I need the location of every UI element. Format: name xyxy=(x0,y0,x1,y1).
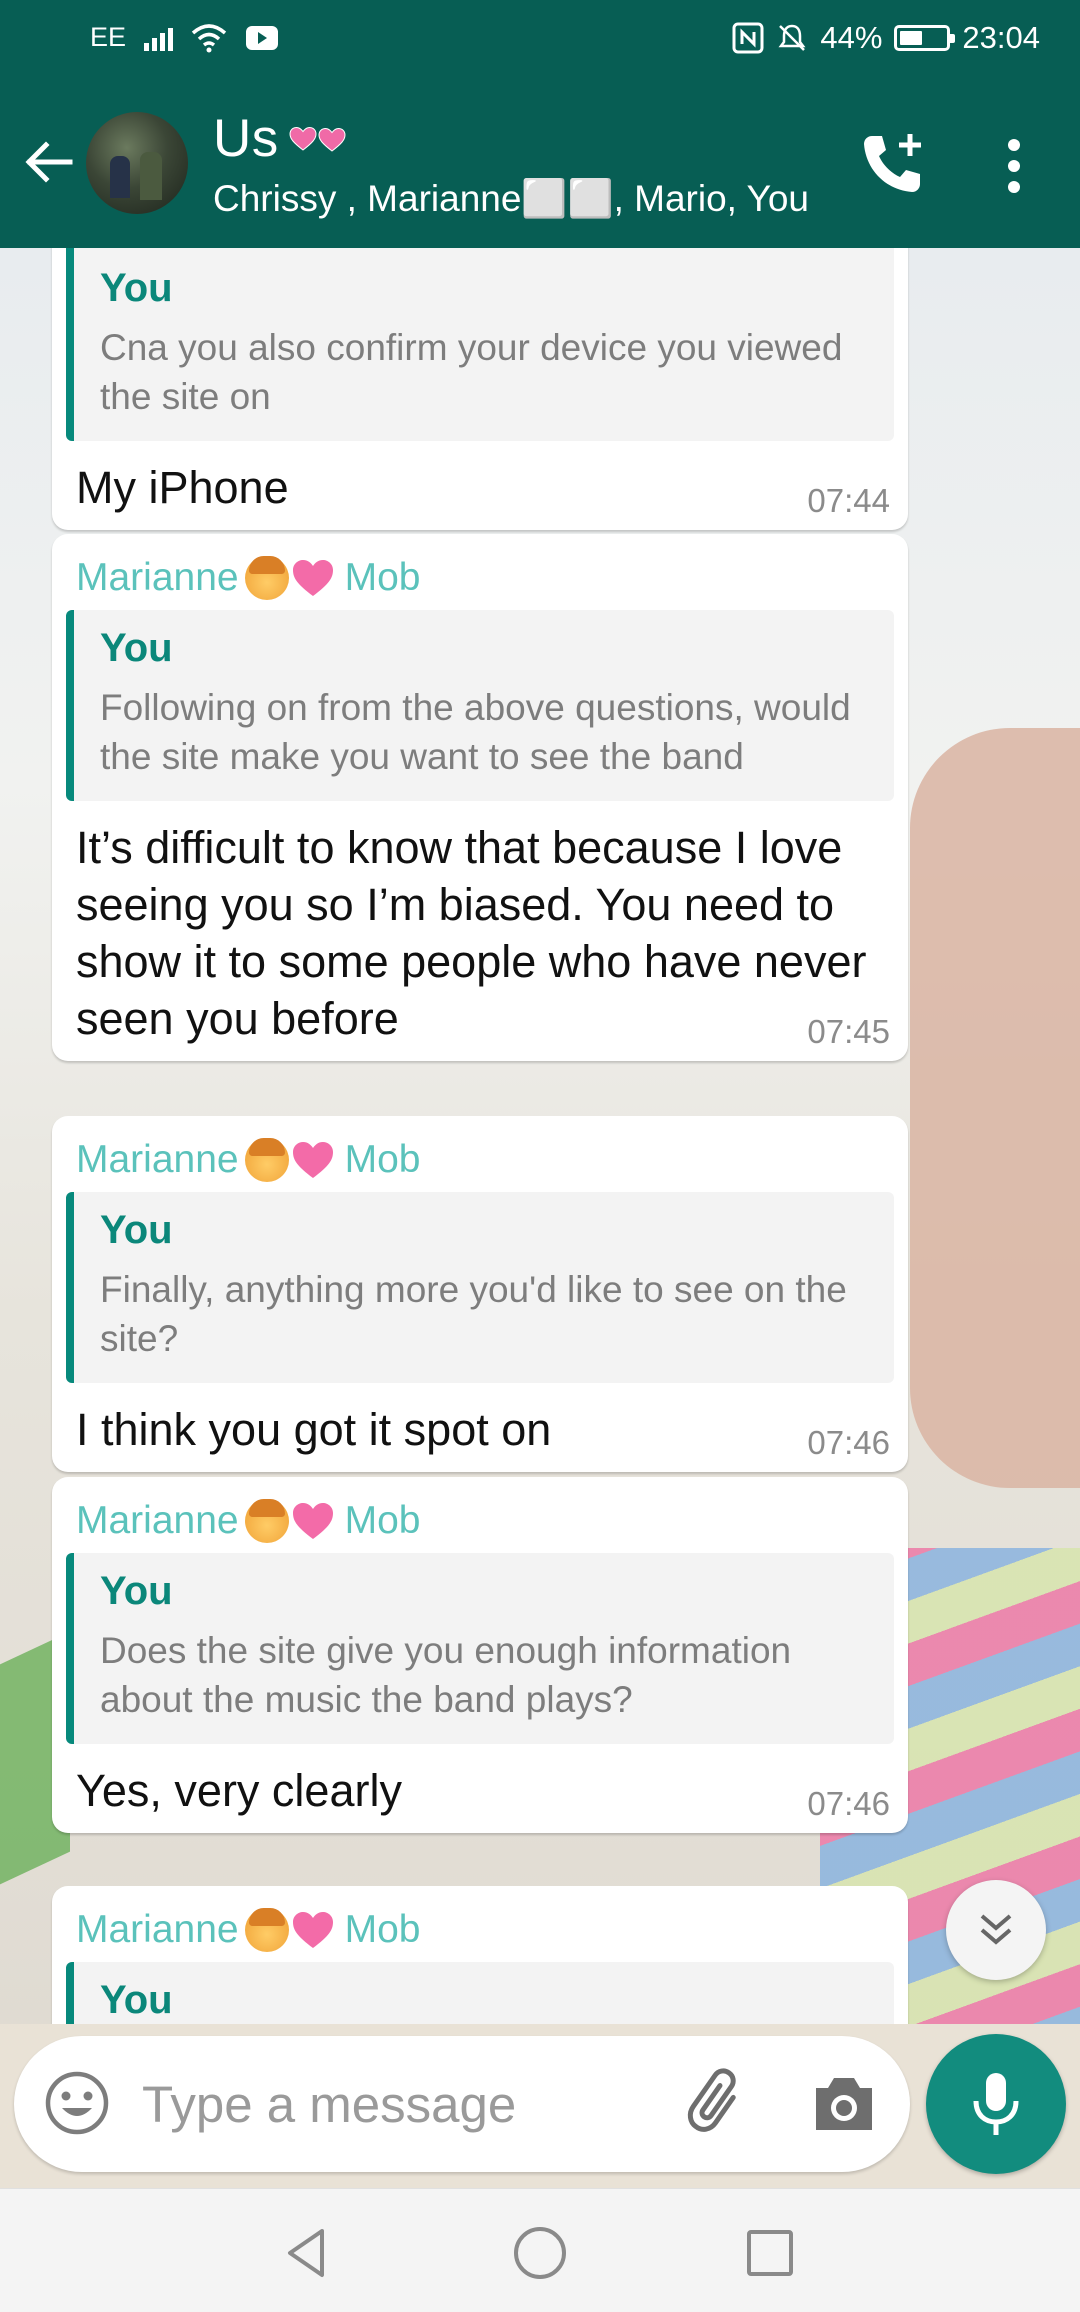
message-bubble[interactable]: You Cna you also confirm your device you… xyxy=(52,248,908,530)
nav-back-icon[interactable] xyxy=(282,2227,334,2279)
message-text: It’s difficult to know that because I lo… xyxy=(76,822,867,1044)
quote-author: You xyxy=(100,626,173,670)
sender-name: Marianne Mob xyxy=(66,1128,894,1192)
double-chevron-down-icon xyxy=(980,1914,1012,1945)
sender-suffix: Mob xyxy=(344,1138,421,1181)
add-call-icon[interactable] xyxy=(858,130,926,198)
pink-heart-emoji-icon xyxy=(292,560,333,596)
nav-recent-apps-icon[interactable] xyxy=(744,2227,796,2279)
message-bubble[interactable]: Marianne Mob You Finally, anything more … xyxy=(52,1116,908,1472)
battery-percent: 44% xyxy=(820,20,883,55)
message-text: My iPhone xyxy=(76,462,289,513)
quoted-message[interactable]: You Cna you also confirm your device you… xyxy=(66,248,894,441)
sender-name-text: Marianne xyxy=(76,556,239,599)
two-hearts-emoji-icon xyxy=(289,126,346,152)
pink-heart-emoji-icon xyxy=(292,1912,333,1948)
chat-title[interactable]: Us xyxy=(213,108,347,169)
quote-author: You xyxy=(100,1569,173,1613)
message-bubble[interactable]: Marianne Mob You Does the site give you … xyxy=(52,1477,908,1833)
message-composer xyxy=(14,2036,910,2172)
message-time: 07:45 xyxy=(807,1013,890,1050)
camera-icon[interactable] xyxy=(810,2070,878,2138)
quote-text: Cna you also confirm your device you vie… xyxy=(100,327,843,417)
voice-message-button[interactable] xyxy=(926,2034,1066,2174)
battery-fill xyxy=(900,31,923,45)
quoted-message[interactable]: You Following on from the above question… xyxy=(66,610,894,801)
clock: 23:04 xyxy=(962,20,1040,55)
message-time: 07:46 xyxy=(807,1424,890,1461)
sender-name-text: Marianne xyxy=(76,1499,239,1542)
nfc-icon xyxy=(732,22,764,54)
status-bar: EE 44% 23:04 xyxy=(0,0,1080,80)
sender-name-text: Marianne xyxy=(76,1138,239,1181)
sender-name: Marianne Mob xyxy=(66,546,894,610)
quoted-message[interactable]: You Finally, anything more you'd like to… xyxy=(66,1192,894,1383)
microphone-icon xyxy=(973,2073,1019,2135)
message-time: 07:46 xyxy=(807,1785,890,1822)
group-avatar[interactable] xyxy=(86,112,188,214)
woman-emoji-icon xyxy=(244,1138,289,1182)
sender-suffix: Mob xyxy=(344,1499,421,1542)
participants-list[interactable]: Chrissy , Marianne⬜⬜, Mario, You xyxy=(213,178,809,221)
message-text: I think you got it spot on xyxy=(76,1404,552,1455)
paperclip-icon[interactable] xyxy=(682,2066,756,2140)
signal-icon xyxy=(144,25,174,51)
quote-text: Finally, anything more you'd like to see… xyxy=(100,1269,847,1359)
quoted-message[interactable]: You xyxy=(66,1962,894,2024)
quoted-message[interactable]: You Does the site give you enough inform… xyxy=(66,1553,894,1744)
battery-icon xyxy=(894,25,956,51)
wallpaper-shape xyxy=(910,728,1080,1488)
sender-name: Marianne Mob xyxy=(66,1898,894,1962)
chat-title-text: Us xyxy=(213,109,279,168)
video-notification-icon xyxy=(246,25,279,50)
sender-name: Marianne Mob xyxy=(66,1489,894,1553)
quote-text: Does the site give you enough informatio… xyxy=(100,1630,792,1720)
woman-emoji-icon xyxy=(244,1908,289,1952)
pink-heart-emoji-icon xyxy=(292,1503,333,1539)
sender-name-text: Marianne xyxy=(76,1908,239,1951)
carrier-label: EE xyxy=(90,22,127,52)
quote-text: Following on from the above questions, w… xyxy=(100,687,851,777)
system-navigation-bar xyxy=(0,2188,1080,2312)
message-list[interactable]: You Cna you also confirm your device you… xyxy=(0,248,1080,2024)
message-bubble[interactable]: Marianne Mob You xyxy=(52,1886,908,2024)
mute-icon xyxy=(778,24,806,51)
emoji-icon[interactable] xyxy=(44,2070,110,2136)
wifi-icon xyxy=(191,23,227,52)
message-input[interactable] xyxy=(142,2066,642,2142)
quote-author: You xyxy=(100,1978,173,2022)
sender-suffix: Mob xyxy=(344,1908,421,1951)
more-options-icon[interactable] xyxy=(1000,138,1028,194)
back-arrow-icon[interactable] xyxy=(22,136,74,188)
message-bubble[interactable]: Marianne Mob You Following on from the a… xyxy=(52,534,908,1061)
quote-author: You xyxy=(100,266,173,310)
woman-emoji-icon xyxy=(244,556,289,600)
message-time: 07:44 xyxy=(807,482,890,519)
quote-author: You xyxy=(100,1208,173,1252)
message-text: Yes, very clearly xyxy=(76,1765,402,1816)
nav-home-icon[interactable] xyxy=(512,2225,568,2281)
chat-header: Us Chrissy , Marianne⬜⬜, Mario, You xyxy=(0,80,1080,248)
sender-suffix: Mob xyxy=(344,556,421,599)
woman-emoji-icon xyxy=(244,1499,289,1543)
pink-heart-emoji-icon xyxy=(292,1142,333,1178)
scroll-to-bottom-button[interactable] xyxy=(946,1880,1046,1980)
